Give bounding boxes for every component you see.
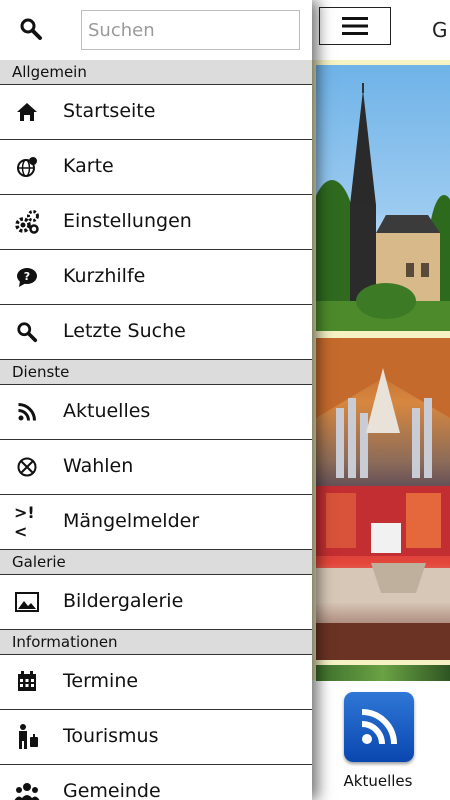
menu-item-label: Termine: [63, 670, 139, 692]
menu-item-karte[interactable]: Karte: [0, 140, 312, 195]
menu-item-bildergalerie[interactable]: Bildergalerie: [0, 575, 312, 630]
search-input[interactable]: [81, 10, 300, 50]
report-icon: >!<: [14, 503, 35, 541]
menu-item-einstellungen[interactable]: Einstellungen: [0, 195, 312, 250]
section-header-dienste: Dienste: [0, 360, 312, 385]
menu-item-gemeinde[interactable]: Gemeinde: [0, 765, 312, 800]
menu-item-wahlen[interactable]: Wahlen: [0, 440, 312, 495]
menu-item-label: Einstellungen: [63, 210, 192, 232]
photo-strip: [316, 665, 450, 681]
menu-item-label: Bildergalerie: [63, 590, 184, 612]
menu-item-label: Kurzhilfe: [63, 265, 146, 287]
church-illustration: [316, 83, 450, 331]
menu-item-letzte-suche[interactable]: Letzte Suche: [0, 305, 312, 360]
menu-item-termine[interactable]: Termine: [0, 655, 312, 710]
menu-item-maengelmelder[interactable]: >!< Mängelmelder: [0, 495, 312, 550]
menu-item-label: Letzte Suche: [63, 320, 186, 342]
menu-item-tourismus[interactable]: Tourismus: [0, 710, 312, 765]
menu-item-label: Wahlen: [63, 455, 134, 477]
menu-item-aktuelles[interactable]: Aktuelles: [0, 385, 312, 440]
search-row: [0, 0, 312, 60]
section-header-allgemein: Allgemein: [0, 60, 312, 85]
svg-text:?: ?: [24, 270, 30, 283]
section-header-informationen: Informationen: [0, 630, 312, 655]
help-bubble-icon: ?: [14, 264, 40, 290]
traveler-icon: [14, 724, 40, 750]
menu-item-startseite[interactable]: Startseite: [0, 85, 312, 140]
menu-item-label: Gemeinde: [63, 780, 161, 800]
interior-illustration: [316, 338, 450, 660]
gears-icon: [14, 209, 40, 235]
menu-item-label: Aktuelles: [63, 400, 151, 422]
search-icon: [14, 319, 40, 345]
home-icon: [14, 99, 40, 125]
calendar-icon: [14, 669, 40, 695]
hamburger-menu-button[interactable]: [319, 7, 391, 45]
menu-item-label: Mängelmelder: [63, 510, 200, 532]
church-photo[interactable]: [316, 65, 450, 331]
church-interior-photo[interactable]: [316, 338, 450, 660]
picture-icon: [14, 589, 40, 615]
menu-item-kurzhilfe[interactable]: ? Kurzhilfe: [0, 250, 312, 305]
ballot-icon: [14, 454, 40, 480]
menu-item-label: Startseite: [63, 100, 156, 122]
rss-icon: [14, 399, 40, 425]
rss-icon: [361, 709, 397, 745]
app-title: G: [432, 18, 448, 42]
menu-item-label: Karte: [63, 155, 114, 177]
news-tile-button[interactable]: [344, 692, 414, 762]
people-icon: [14, 779, 40, 800]
search-icon[interactable]: [19, 17, 43, 41]
news-tile-label: Aktuelles: [343, 772, 413, 790]
navigation-drawer: Allgemein Startseite Karte Einstellungen…: [0, 0, 312, 800]
menu-item-label: Tourismus: [63, 725, 159, 747]
globe-pin-icon: [14, 154, 40, 180]
menu-icon: [342, 17, 368, 35]
section-header-galerie: Galerie: [0, 550, 312, 575]
